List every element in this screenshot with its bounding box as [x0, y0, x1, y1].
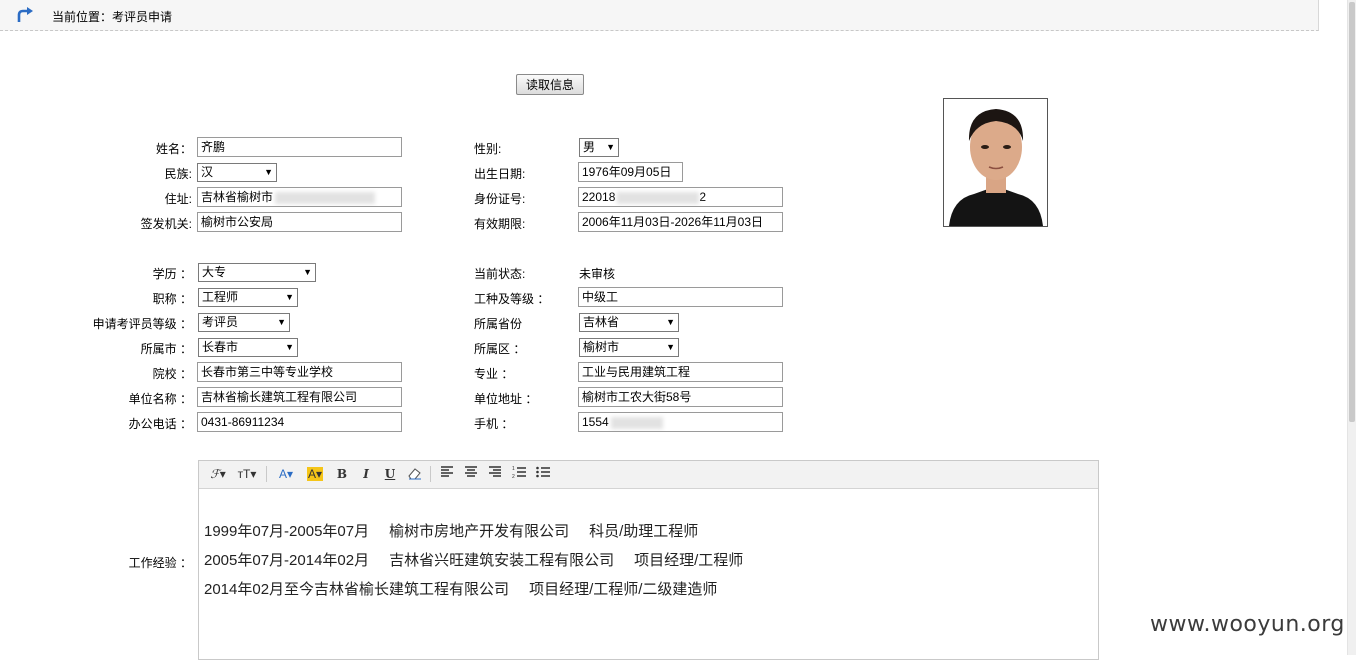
ordered-list-icon[interactable]: 12 [510, 465, 528, 483]
issuer-label: 签发机关: [140, 217, 192, 231]
chevron-down-icon: ▼ [285, 342, 294, 352]
birth-date-input[interactable]: 1976年09月05日 [578, 162, 683, 182]
company-address-input[interactable]: 榆树市工农大街58号 [578, 387, 783, 407]
district-label: 所属区 ： [474, 342, 526, 356]
issuer-input[interactable]: 榆树市公安局 [197, 212, 402, 232]
level-select[interactable]: 考评员 ▼ [198, 313, 290, 332]
align-right-icon[interactable] [486, 465, 504, 483]
svg-text:2: 2 [512, 474, 515, 479]
align-left-icon[interactable] [438, 465, 456, 483]
worktype-label: 工种及等级 ： [474, 292, 550, 306]
chevron-down-icon: ▼ [606, 142, 615, 152]
read-info-button[interactable]: 读取信息 [516, 74, 584, 95]
highlight-button[interactable]: A▾ [303, 465, 327, 483]
turn-arrow-icon [17, 7, 33, 22]
office-phone-label: 办公电话 ： [128, 417, 192, 431]
province-label: 所属省份 [474, 317, 523, 331]
id-number-input[interactable]: 22018 2 [578, 187, 783, 207]
validity-label: 有效期限: [474, 217, 526, 231]
district-select[interactable]: 榆树市 ▼ [579, 338, 679, 357]
svg-text:1: 1 [512, 466, 515, 472]
italic-button[interactable]: I [358, 465, 374, 483]
status-value: 未审核 [579, 267, 616, 281]
school-input[interactable]: 长春市第三中等专业学校 [197, 362, 402, 382]
worktype-input[interactable]: 中级工 [578, 287, 783, 307]
mobile-input[interactable]: 1554 [578, 412, 783, 432]
font-size-button[interactable]: тT▾ [235, 465, 259, 483]
mobile-label: 手机 ： [474, 417, 514, 431]
province-select[interactable]: 吉林省 ▼ [579, 313, 679, 332]
bold-button[interactable]: B [334, 465, 350, 483]
experience-label: 工作经验 ： [128, 556, 192, 570]
school-label: 院校 ： [152, 367, 192, 381]
font-family-button[interactable]: ℱ▾ [207, 465, 229, 483]
watermark: www.wooyun.org [1150, 612, 1345, 637]
eraser-icon[interactable] [406, 465, 424, 483]
company-label: 单位名称 ： [128, 392, 192, 406]
chevron-down-icon: ▼ [285, 292, 294, 302]
major-input[interactable]: 工业与民用建筑工程 [578, 362, 783, 382]
breadcrumb-bar: 当前位置：考评员申请 [0, 0, 1319, 31]
experience-editor[interactable]: ℱ▾ тT▾ A▾ A▾ B I U 12 1999年07月-2005年07月榆… [198, 460, 1099, 660]
gender-select[interactable]: 男 ▼ [579, 138, 619, 157]
education-select[interactable]: 大专 ▼ [198, 263, 316, 282]
experience-line: 1999年07月-2005年07月 榆树市房地产开发有限公司 科员/助理工程师 [204, 523, 699, 540]
city-select[interactable]: 长春市 ▼ [198, 338, 298, 357]
ethnicity-select[interactable]: 汉 ▼ [197, 163, 277, 182]
name-label: 姓名： [155, 142, 192, 156]
id-photo [943, 98, 1048, 227]
align-center-icon[interactable] [462, 465, 480, 483]
address-label: 住址: [164, 192, 192, 206]
chevron-down-icon: ▼ [277, 317, 286, 327]
title-select[interactable]: 工程师 ▼ [198, 288, 298, 307]
gender-label: 性别: [474, 142, 502, 156]
id-number-label: 身份证号: [474, 192, 526, 206]
company-address-label: 单位地址 ： [474, 392, 538, 406]
office-phone-input[interactable]: 0431-86911234 [197, 412, 402, 432]
underline-button[interactable]: U [382, 465, 398, 483]
validity-input[interactable]: 2006年11月03日-2026年11月03日 [578, 212, 783, 232]
level-label: 申请考评员等级 ： [92, 317, 192, 331]
unordered-list-icon[interactable] [534, 465, 552, 483]
city-label: 所属市 ： [140, 342, 192, 356]
education-label: 学历 ： [152, 267, 192, 281]
birth-date-label: 出生日期: [474, 167, 526, 181]
vertical-scrollbar[interactable] [1347, 0, 1356, 655]
font-color-button[interactable]: A▾ [275, 465, 297, 483]
experience-text[interactable]: 1999年07月-2005年07月 榆树市房地产开发有限公司 科员/助理工程师 20… [199, 489, 1098, 604]
title-label: 职称 ： [152, 292, 192, 306]
experience-line: 2005年07月-2014年02月 吉林省兴旺建筑安装工程有限公司 项目经理/工程师 [204, 552, 744, 569]
company-input[interactable]: 吉林省榆长建筑工程有限公司 [197, 387, 402, 407]
editor-toolbar: ℱ▾ тT▾ A▾ A▾ B I U 12 [199, 461, 1098, 489]
major-label: 专业 ： [474, 367, 514, 381]
status-label: 当前状态: [474, 267, 526, 281]
ethnicity-label: 民族: [164, 167, 192, 181]
chevron-down-icon: ▼ [666, 317, 675, 327]
chevron-down-icon: ▼ [264, 167, 273, 177]
name-input[interactable]: 齐鹏 [197, 137, 402, 157]
chevron-down-icon: ▼ [666, 342, 675, 352]
address-input[interactable]: 吉林省榆树市 [197, 187, 402, 207]
chevron-down-icon: ▼ [303, 267, 312, 277]
experience-line: 2014年02月至今吉林省榆长建筑工程有限公司 项目经理/工程师/二级建造师 [204, 581, 718, 598]
breadcrumb: 当前位置：考评员申请 [52, 10, 173, 24]
